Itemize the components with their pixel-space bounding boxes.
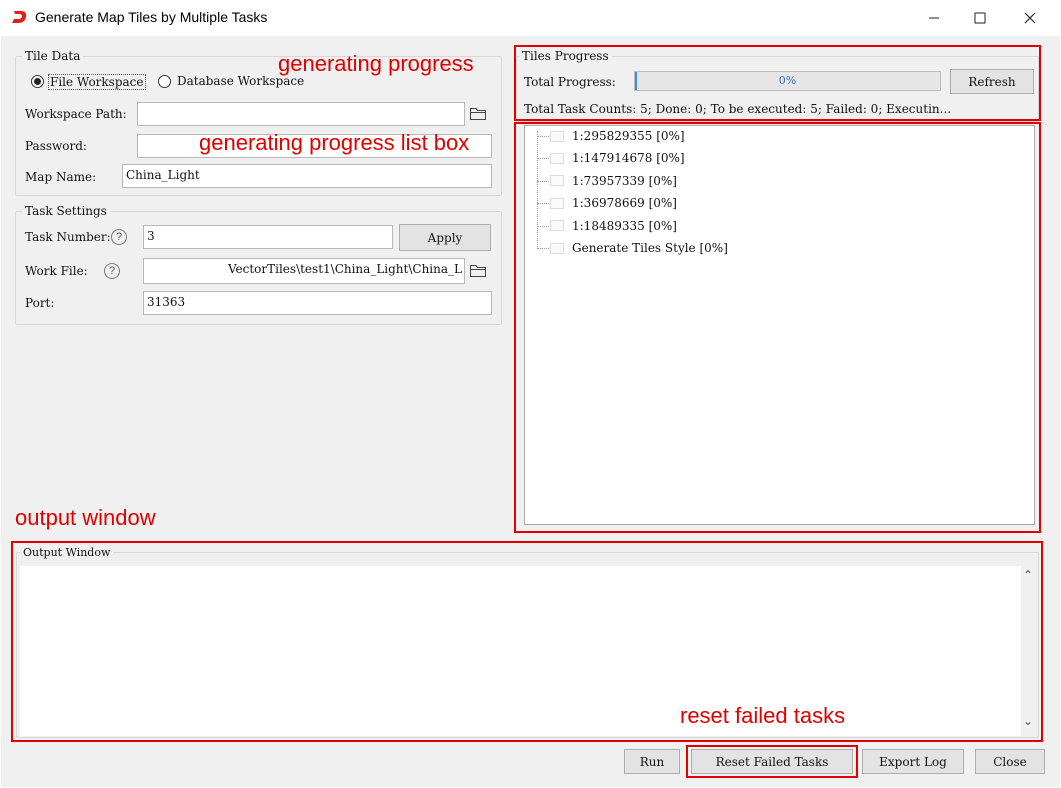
map-name-input[interactable]: China_Light <box>122 164 492 188</box>
annotation-reset-failed-tasks: reset failed tasks <box>680 703 846 728</box>
annotation-box-progress <box>514 45 1041 121</box>
title-bar: Generate Map Tiles by Multiple Tasks <box>0 0 1061 36</box>
apply-button[interactable]: Apply <box>399 224 491 251</box>
window-title: Generate Map Tiles by Multiple Tasks <box>35 9 268 25</box>
task-number-input[interactable]: 3 <box>143 225 393 249</box>
file-workspace-radio[interactable] <box>31 75 44 88</box>
annotation-box-list <box>514 122 1041 533</box>
work-file-label: Work File: <box>25 264 88 278</box>
port-input[interactable]: 31363 <box>143 291 492 315</box>
close-icon <box>1024 12 1036 24</box>
app-logo-icon <box>12 11 27 23</box>
annotation-box-reset <box>686 745 858 778</box>
annotation-output-window: output window <box>15 505 156 530</box>
task-settings-title: Task Settings <box>22 204 110 218</box>
help-icon[interactable]: ? <box>104 263 120 279</box>
annotation-progress-list-box: generating progress list box <box>199 130 470 155</box>
annotation-generating-progress: generating progress <box>278 51 474 76</box>
file-workspace-label[interactable]: File Workspace <box>48 74 146 90</box>
maximize-icon <box>974 12 986 24</box>
folder-icon[interactable] <box>469 106 487 122</box>
maximize-button[interactable] <box>957 0 1003 36</box>
database-workspace-radio[interactable] <box>158 75 171 88</box>
port-label: Port: <box>25 296 55 310</box>
workspace-path-label: Workspace Path: <box>25 107 127 121</box>
task-number-label: Task Number: <box>25 230 111 244</box>
minimize-icon <box>929 17 939 19</box>
work-file-input[interactable]: VectorTiles\test1\China_Light\China_L <box>143 258 465 284</box>
tile-data-title: Tile Data <box>22 49 84 63</box>
export-log-button[interactable]: Export Log <box>862 749 964 774</box>
help-icon[interactable]: ? <box>111 229 127 245</box>
map-name-label: Map Name: <box>25 170 97 184</box>
minimize-button[interactable] <box>911 0 957 36</box>
run-button[interactable]: Run <box>624 749 680 774</box>
workspace-path-input[interactable] <box>137 102 465 126</box>
close-window-button[interactable] <box>1007 0 1053 36</box>
annotation-box-output <box>11 541 1043 742</box>
folder-icon[interactable] <box>469 263 487 279</box>
password-label: Password: <box>25 139 87 153</box>
close-button[interactable]: Close <box>975 749 1045 774</box>
